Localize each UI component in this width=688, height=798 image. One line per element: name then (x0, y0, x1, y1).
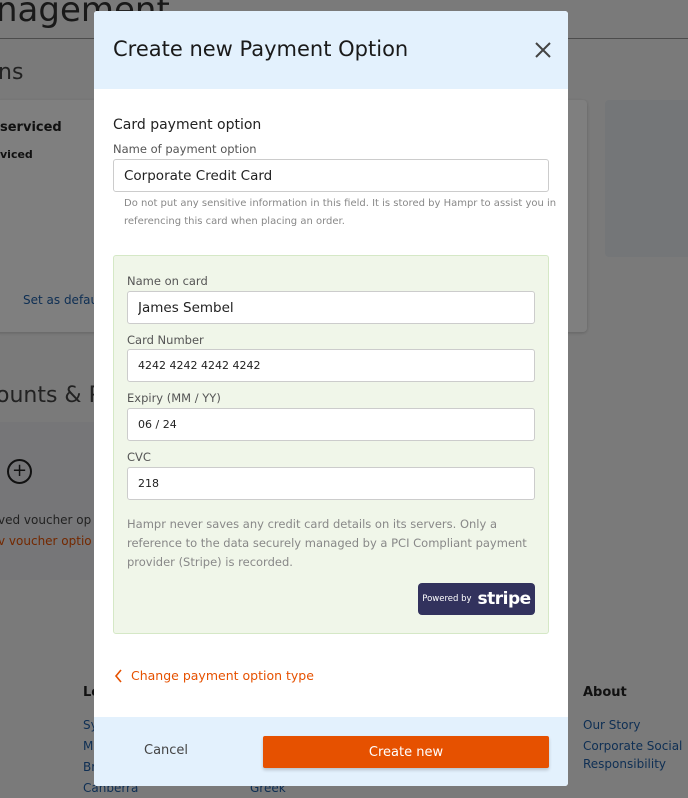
name-on-card-label: Name on card (127, 274, 208, 288)
help-line: Do not put any sensitive information in … (124, 198, 557, 209)
security-notice: Hampr never saves any credit card detail… (127, 515, 527, 572)
name-label: Name of payment option (113, 142, 257, 156)
notice-line: provider (Stripe) is recorded. (127, 555, 293, 569)
modal-title: Create new Payment Option (113, 37, 409, 61)
name-on-card-input[interactable] (127, 291, 535, 324)
powered-by-stripe-badge[interactable]: Powered by stripe (418, 583, 535, 615)
name-help-text: Do not put any sensitive information in … (124, 195, 556, 231)
help-line: referencing this card when placing an or… (124, 216, 345, 227)
chevron-left-icon (114, 668, 122, 683)
notice-line: reference to the data securely managed b… (127, 536, 527, 550)
cancel-button[interactable]: Cancel (144, 743, 188, 758)
modal-footer: Cancel Create new (94, 717, 568, 786)
card-number-input[interactable] (127, 349, 535, 382)
cvc-input[interactable] (127, 467, 535, 500)
card-details-panel: Name on card Card Number Expiry (MM / YY… (113, 255, 549, 634)
card-number-label: Card Number (127, 333, 204, 347)
notice-line: Hampr never saves any credit card detail… (127, 517, 498, 531)
expiry-label: Expiry (MM / YY) (127, 391, 221, 405)
section-title: Card payment option (113, 117, 262, 133)
create-new-button[interactable]: Create new (263, 736, 549, 768)
cvc-label: CVC (127, 450, 151, 464)
modal-header: Create new Payment Option (94, 11, 568, 89)
payment-option-name-input[interactable] (113, 159, 549, 192)
expiry-input[interactable] (127, 408, 535, 441)
create-payment-option-modal: Create new Payment Option Card payment o… (94, 11, 568, 786)
powered-by-text: Powered by (422, 594, 472, 604)
change-type-label: Change payment option type (131, 668, 314, 683)
close-icon[interactable] (532, 39, 554, 61)
change-payment-type-link[interactable]: Change payment option type (114, 668, 314, 683)
stripe-logo: stripe (477, 589, 532, 609)
